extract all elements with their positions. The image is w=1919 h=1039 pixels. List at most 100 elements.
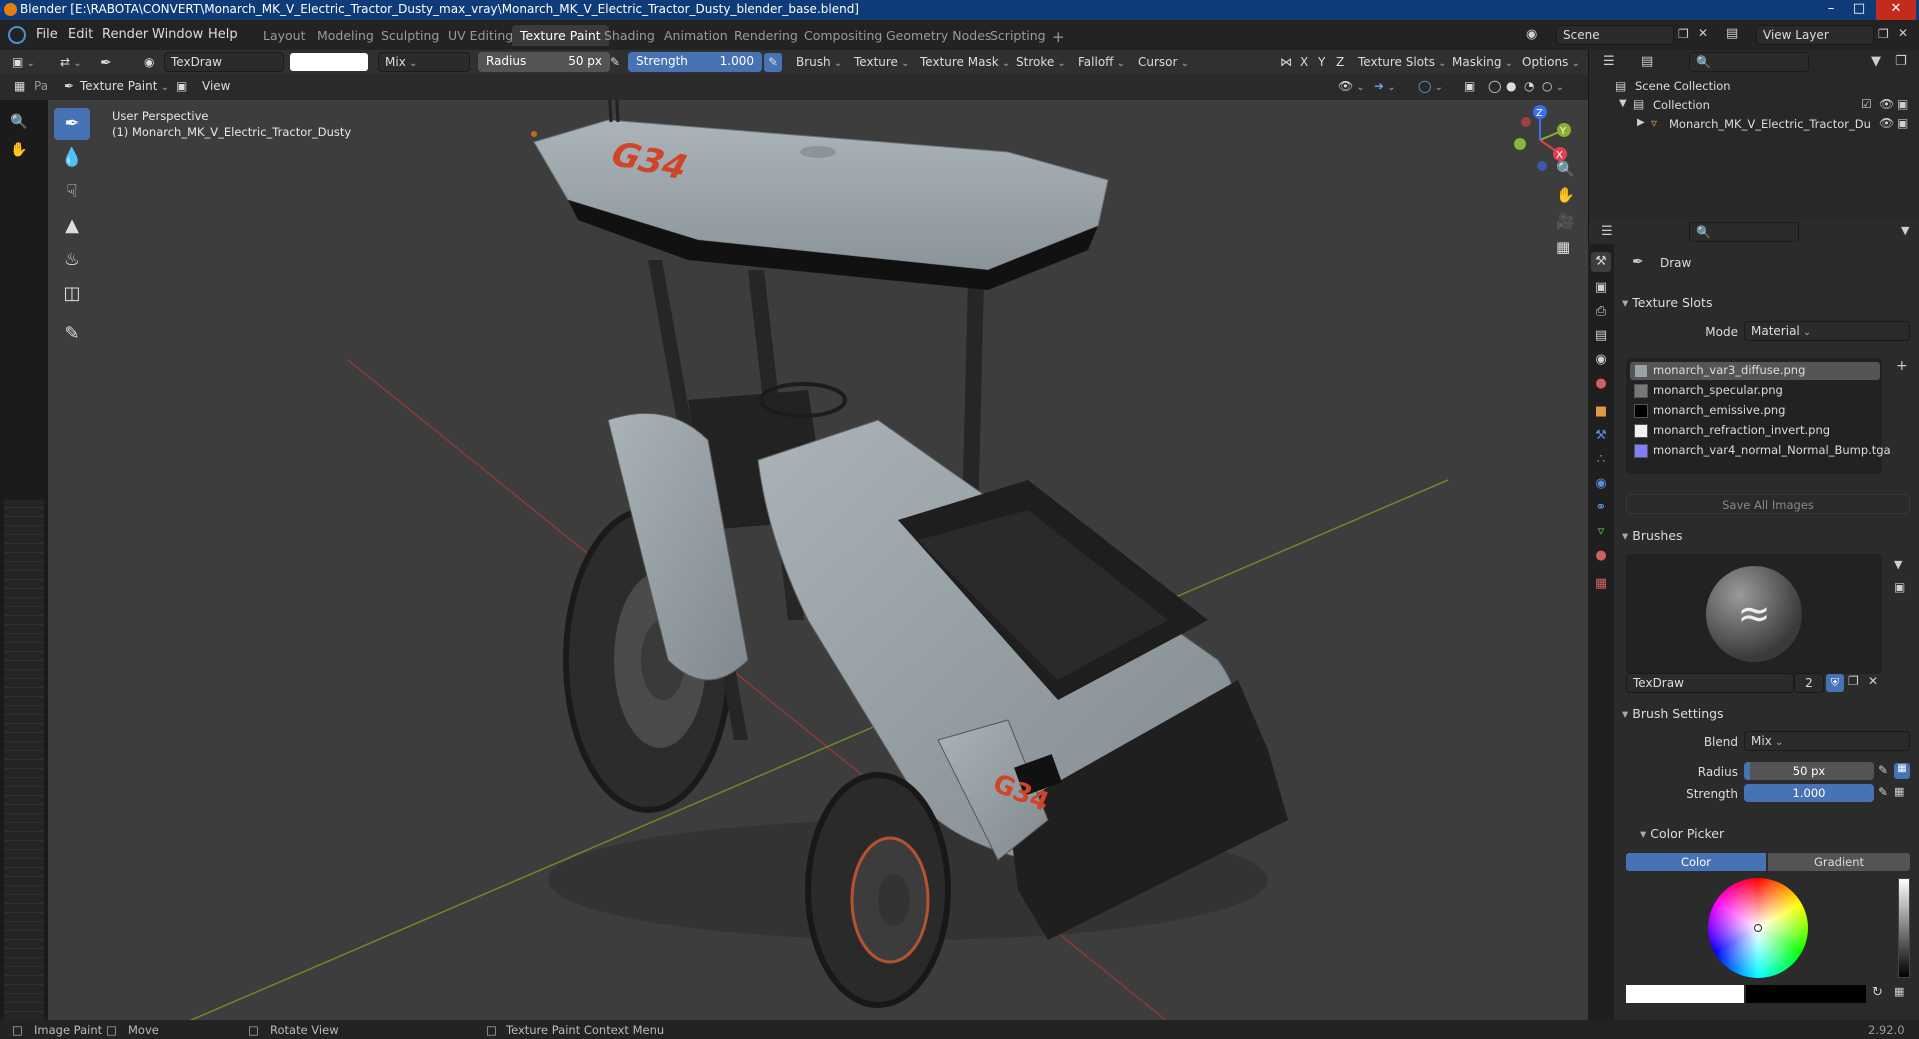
material-tab-icon[interactable]: ●: [1591, 546, 1611, 566]
new-collection-icon[interactable]: ❐: [1895, 54, 1907, 69]
data-tab-icon[interactable]: ▿: [1591, 522, 1611, 542]
clone-brush-icon[interactable]: ▲: [54, 210, 90, 242]
add-workspace-icon[interactable]: +: [1044, 25, 1073, 46]
scene-icon[interactable]: ◉: [1526, 27, 1537, 42]
blender-menu-icon[interactable]: [8, 26, 26, 44]
mask-toggle-icon[interactable]: ▣: [172, 77, 191, 96]
properties-editor-icon[interactable]: ☰: [1601, 224, 1613, 239]
outliner-search[interactable]: 🔍: [1689, 52, 1809, 72]
menu-edit[interactable]: Edit: [68, 27, 93, 42]
texture-mask-menu[interactable]: Texture Mask: [916, 53, 1014, 72]
tab-uv-editing[interactable]: UV Editing: [440, 25, 521, 46]
output-tab-icon[interactable]: ⎙: [1591, 302, 1611, 322]
radius-slider[interactable]: Radius 50 px: [478, 52, 610, 72]
strength-slider[interactable]: 1.000: [1744, 784, 1874, 802]
xray-icon[interactable]: ▣: [1460, 77, 1479, 96]
blend-dropdown[interactable]: Mix: [1744, 731, 1910, 751]
scene-collection-label[interactable]: Scene Collection: [1635, 79, 1731, 93]
zoom-view-icon[interactable]: 🔍: [1556, 160, 1575, 178]
world-tab-icon[interactable]: ●: [1591, 374, 1611, 394]
texture-slot-2[interactable]: monarch_emissive.png: [1630, 402, 1880, 420]
collection-label[interactable]: Collection: [1653, 98, 1710, 112]
strength-pressure-icon[interactable]: ✎: [1878, 785, 1888, 799]
delete-scene-icon[interactable]: ✕: [1698, 26, 1708, 40]
strength-unit-icon[interactable]: ▦: [1894, 785, 1904, 798]
brush-name-field[interactable]: TexDraw: [164, 52, 284, 72]
brush-color-swatch[interactable]: [290, 53, 368, 71]
draw-brush-icon[interactable]: ✒: [54, 108, 90, 140]
maximize-button[interactable]: □: [1846, 0, 1872, 20]
object-label[interactable]: Monarch_MK_V_Electric_Tractor_Du: [1669, 117, 1871, 131]
mirror-x-button[interactable]: X: [1296, 53, 1312, 72]
camera-view-icon[interactable]: 🎥: [1556, 212, 1575, 230]
color-wheel-cursor[interactable]: [1754, 924, 1762, 932]
options-menu[interactable]: Options: [1518, 53, 1584, 72]
value-slider[interactable]: [1898, 878, 1910, 978]
tab-scripting[interactable]: Scripting: [982, 25, 1054, 46]
collection-eye-icon[interactable]: 👁: [1879, 97, 1894, 111]
radius-pressure-icon[interactable]: ✎: [606, 53, 624, 72]
object-camera-icon[interactable]: ▣: [1897, 116, 1908, 130]
add-slot-icon[interactable]: +: [1896, 358, 1908, 374]
collection-camera-icon[interactable]: ▣: [1897, 97, 1908, 111]
texture-slots-menu[interactable]: Texture Slots: [1354, 53, 1451, 72]
editor-type-icon[interactable]: ▣: [8, 53, 39, 72]
render-tab-icon[interactable]: ▣: [1591, 278, 1611, 298]
collection-checkbox[interactable]: ☑: [1861, 97, 1872, 111]
brush-image-icon[interactable]: ▣: [1894, 580, 1905, 594]
texture-menu[interactable]: Texture: [850, 53, 914, 72]
menu-render[interactable]: Render: [102, 27, 148, 42]
visibility-icon[interactable]: 👁: [1334, 77, 1369, 96]
texture-slot-3[interactable]: monarch_refraction_invert.png: [1630, 422, 1880, 440]
mirror-y-button[interactable]: Y: [1314, 53, 1329, 72]
zoom-icon[interactable]: 🔍: [10, 114, 27, 130]
delete-view-layer-icon[interactable]: ✕: [1898, 26, 1908, 40]
close-button[interactable]: ✕: [1876, 0, 1916, 20]
tab-layout[interactable]: Layout: [255, 25, 314, 46]
collection-expand-icon[interactable]: ▼: [1619, 98, 1627, 109]
annotate-icon[interactable]: ✎: [54, 318, 90, 350]
strength-pressure-icon[interactable]: ✎: [764, 53, 783, 72]
brush-users-count[interactable]: 2: [1794, 673, 1824, 693]
tab-texture-paint[interactable]: Texture Paint: [512, 25, 609, 46]
view-layer-tab-icon[interactable]: ▤: [1591, 326, 1611, 346]
new-scene-icon[interactable]: ❐: [1678, 27, 1689, 41]
scene-selector[interactable]: Scene: [1556, 25, 1674, 45]
duplicate-brush-icon[interactable]: ❐: [1848, 674, 1859, 688]
particles-tab-icon[interactable]: ∴: [1591, 450, 1611, 470]
menu-window[interactable]: Window: [152, 27, 203, 42]
texture-slots-header[interactable]: Texture Slots: [1622, 295, 1712, 310]
display-mode-icon[interactable]: ▤: [1641, 54, 1653, 69]
symmetry-icon[interactable]: ⋈: [1276, 53, 1296, 72]
hand-icon[interactable]: ✋: [10, 142, 27, 158]
fake-user-shield-icon[interactable]: ⛨: [1826, 674, 1844, 692]
scene-tab-icon[interactable]: ◉: [1591, 350, 1611, 370]
brush-pin-icon[interactable]: ◉: [140, 53, 158, 72]
blend-mode-dropdown[interactable]: Mix: [378, 52, 470, 72]
material-shading-icon[interactable]: ◔: [1520, 77, 1538, 96]
color-picker-header[interactable]: Color Picker: [1640, 826, 1724, 841]
gradient-tab[interactable]: Gradient: [1768, 853, 1910, 871]
3d-viewport[interactable]: G34 G34 User Perspective (1) Monarch_MK_…: [48, 100, 1588, 1031]
object-mode-icon[interactable]: ▦: [10, 77, 29, 96]
texture-slot-0[interactable]: monarch_var3_diffuse.png: [1630, 362, 1880, 380]
overlay-icon[interactable]: ◯: [1414, 77, 1447, 96]
solid-shading-icon[interactable]: ●: [1502, 77, 1520, 96]
brush-settings-header[interactable]: Brush Settings: [1622, 706, 1723, 721]
properties-search[interactable]: 🔍: [1689, 222, 1799, 242]
menu-file[interactable]: File: [36, 27, 58, 42]
cursor-menu[interactable]: Cursor: [1134, 53, 1193, 72]
swap-colors-icon[interactable]: ↻: [1872, 985, 1883, 1000]
texture-tab-icon[interactable]: ▦: [1591, 574, 1611, 594]
save-all-images-button[interactable]: Save All Images: [1626, 494, 1910, 514]
strength-slider[interactable]: Strength 1.000: [628, 52, 762, 72]
color-swatch-primary[interactable]: [1626, 985, 1744, 1003]
tool-settings-icon[interactable]: ⇄: [56, 53, 86, 72]
menu-help[interactable]: Help: [208, 27, 238, 42]
brush-name-field[interactable]: TexDraw: [1626, 673, 1794, 693]
masking-menu[interactable]: Masking: [1448, 53, 1517, 72]
brush-menu[interactable]: Brush: [792, 53, 846, 72]
texture-slot-1[interactable]: monarch_specular.png: [1630, 382, 1880, 400]
properties-options-icon[interactable]: ▼: [1901, 224, 1909, 237]
brush-list-expand-icon[interactable]: ▼: [1894, 558, 1902, 571]
